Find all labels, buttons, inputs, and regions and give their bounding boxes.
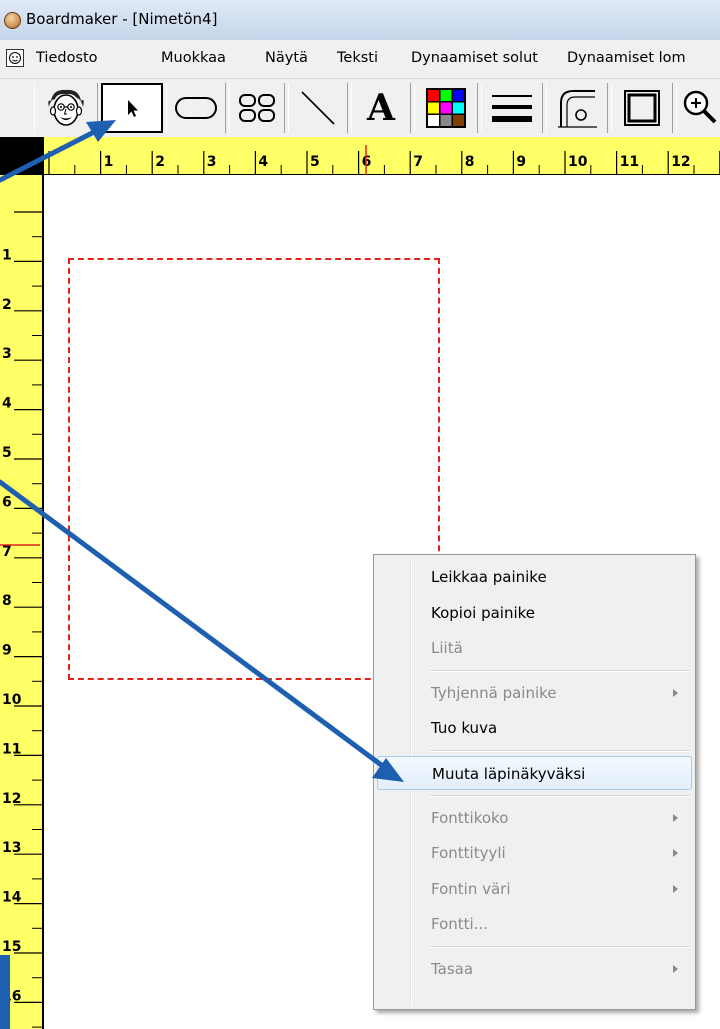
context-menu-item-kopioi-painike[interactable]: Kopioi painike: [377, 596, 692, 630]
window-title: Boardmaker - [Nimetön4]: [26, 10, 218, 28]
title-bar: Boardmaker - [Nimetön4]: [0, 0, 720, 41]
menu-nayta[interactable]: Näytä: [265, 50, 308, 66]
pointer-tool-button[interactable]: [101, 83, 163, 133]
submenu-arrow-icon: [673, 688, 678, 697]
menu-item-label: Muuta läpinäkyväksi: [432, 765, 586, 783]
ruler-label: 12: [2, 791, 21, 807]
ruler-label: 5: [310, 154, 320, 170]
document-face-icon[interactable]: [6, 49, 24, 67]
menu-item-label: Leikkaa painike: [431, 568, 547, 586]
menu-dynaamiset-solut[interactable]: Dynaamiset solut: [411, 50, 538, 66]
menu-item-label: Fontti...: [431, 915, 489, 934]
context-menu-item-leikkaa-painike[interactable]: Leikkaa painike: [377, 560, 692, 594]
vertical-ruler[interactable]: 1234567891011121314151617: [0, 175, 44, 1029]
color-palette-icon[interactable]: [414, 83, 478, 133]
border-frame-icon[interactable]: [611, 83, 673, 133]
corner-radius-icon[interactable]: [546, 83, 608, 133]
context-menu-item-fontti[interactable]: Fontti...: [377, 907, 692, 941]
ruler-label: 7: [413, 154, 423, 170]
button-grid-icon[interactable]: [229, 83, 285, 133]
menu-separator: [430, 794, 690, 797]
menu-item-label: Tyhjennä painike: [431, 683, 557, 702]
ruler-label: 1: [2, 247, 12, 263]
ruler-label: 9: [516, 154, 526, 170]
ruler-label: 2: [155, 154, 165, 170]
line-thickness-icon[interactable]: [481, 83, 543, 133]
horizontal-ruler[interactable]: 12345678910111213: [44, 137, 720, 175]
ruler-label: 8: [2, 593, 12, 609]
ruler-label: 11: [2, 741, 21, 757]
ruler-label: 1: [104, 154, 114, 170]
ruler-label: 6: [2, 494, 12, 510]
ruler-label: 4: [258, 154, 268, 170]
menu-separator: [430, 669, 690, 672]
ruler-label: 12: [671, 154, 690, 170]
submenu-arrow-icon: [673, 849, 678, 858]
menu-separator: [430, 750, 690, 752]
menu-item-label: Fonttikoko: [431, 808, 509, 827]
menu-item-label: Fonttityyli: [431, 844, 506, 863]
ruler-label: 2: [2, 297, 12, 313]
context-menu-item-muuta-lapinakyvaksi[interactable]: Muuta läpinäkyväksi: [377, 756, 692, 790]
context-menu-item-tyhjenna-painike[interactable]: Tyhjennä painike: [377, 676, 692, 710]
symbol-finder-face-icon[interactable]: [34, 83, 98, 133]
ruler-label: 13: [2, 840, 21, 856]
line-tool-icon[interactable]: [288, 83, 348, 133]
menu-muokkaa[interactable]: Muokkaa: [161, 50, 226, 66]
ruler-label: 10: [2, 692, 22, 708]
menu-teksti[interactable]: Teksti: [337, 50, 378, 66]
ruler-label: 8: [465, 154, 475, 170]
ruler-label: 11: [620, 154, 639, 170]
boardmaker-app-icon[interactable]: [4, 12, 21, 29]
left-edge-marker: [0, 955, 10, 1029]
toolbar: A: [0, 79, 720, 138]
context-menu-item-fonttityyli[interactable]: Fonttityyli: [377, 836, 692, 870]
ruler-label: 3: [2, 346, 12, 362]
ruler-label: 7: [2, 544, 12, 560]
submenu-arrow-icon: [673, 813, 678, 822]
text-tool-icon[interactable]: A: [351, 83, 411, 133]
context-menu-item-fonttikoko[interactable]: Fonttikoko: [377, 801, 692, 835]
ruler-label: 10: [568, 154, 588, 170]
menu-dynaamiset-lomakkeet[interactable]: Dynaamiset lom: [567, 50, 686, 66]
ruler-label: 3: [207, 154, 217, 170]
ruler-label: 14: [2, 890, 22, 906]
ruler-label: 4: [2, 396, 12, 412]
menu-item-label: Kopioi painike: [431, 603, 536, 622]
menu-bar: Tiedosto Muokkaa Näytä Teksti Dynaamiset…: [0, 40, 720, 79]
context-menu: Leikkaa painike Kopioi painike Liitä Tyhjen…: [373, 554, 696, 1010]
menu-tiedosto[interactable]: Tiedosto: [36, 50, 98, 66]
ruler-corner: [0, 137, 44, 175]
ruler-label: 5: [2, 445, 12, 461]
ruler-label: 9: [2, 643, 12, 659]
context-menu-item-fontin-vari[interactable]: Fontin väri: [377, 872, 692, 906]
menu-item-label: Fontin väri: [431, 879, 511, 898]
context-menu-item-liita[interactable]: Liitä: [377, 631, 692, 665]
zoom-in-icon[interactable]: [676, 83, 720, 133]
rounded-button-icon[interactable]: [166, 83, 226, 133]
menu-item-label: Tasaa: [431, 960, 474, 978]
menu-item-label: Tuo kuva: [431, 719, 498, 738]
menu-separator: [430, 946, 690, 948]
context-menu-item-tuo-kuva[interactable]: Tuo kuva: [377, 711, 692, 745]
context-menu-item-tasaa[interactable]: Tasaa: [377, 952, 692, 986]
ruler-label: 15: [2, 939, 21, 955]
submenu-arrow-icon: [673, 965, 678, 973]
pointer-arrow-icon: [128, 100, 138, 117]
submenu-arrow-icon: [673, 884, 678, 893]
menu-item-label: Liitä: [431, 639, 463, 658]
